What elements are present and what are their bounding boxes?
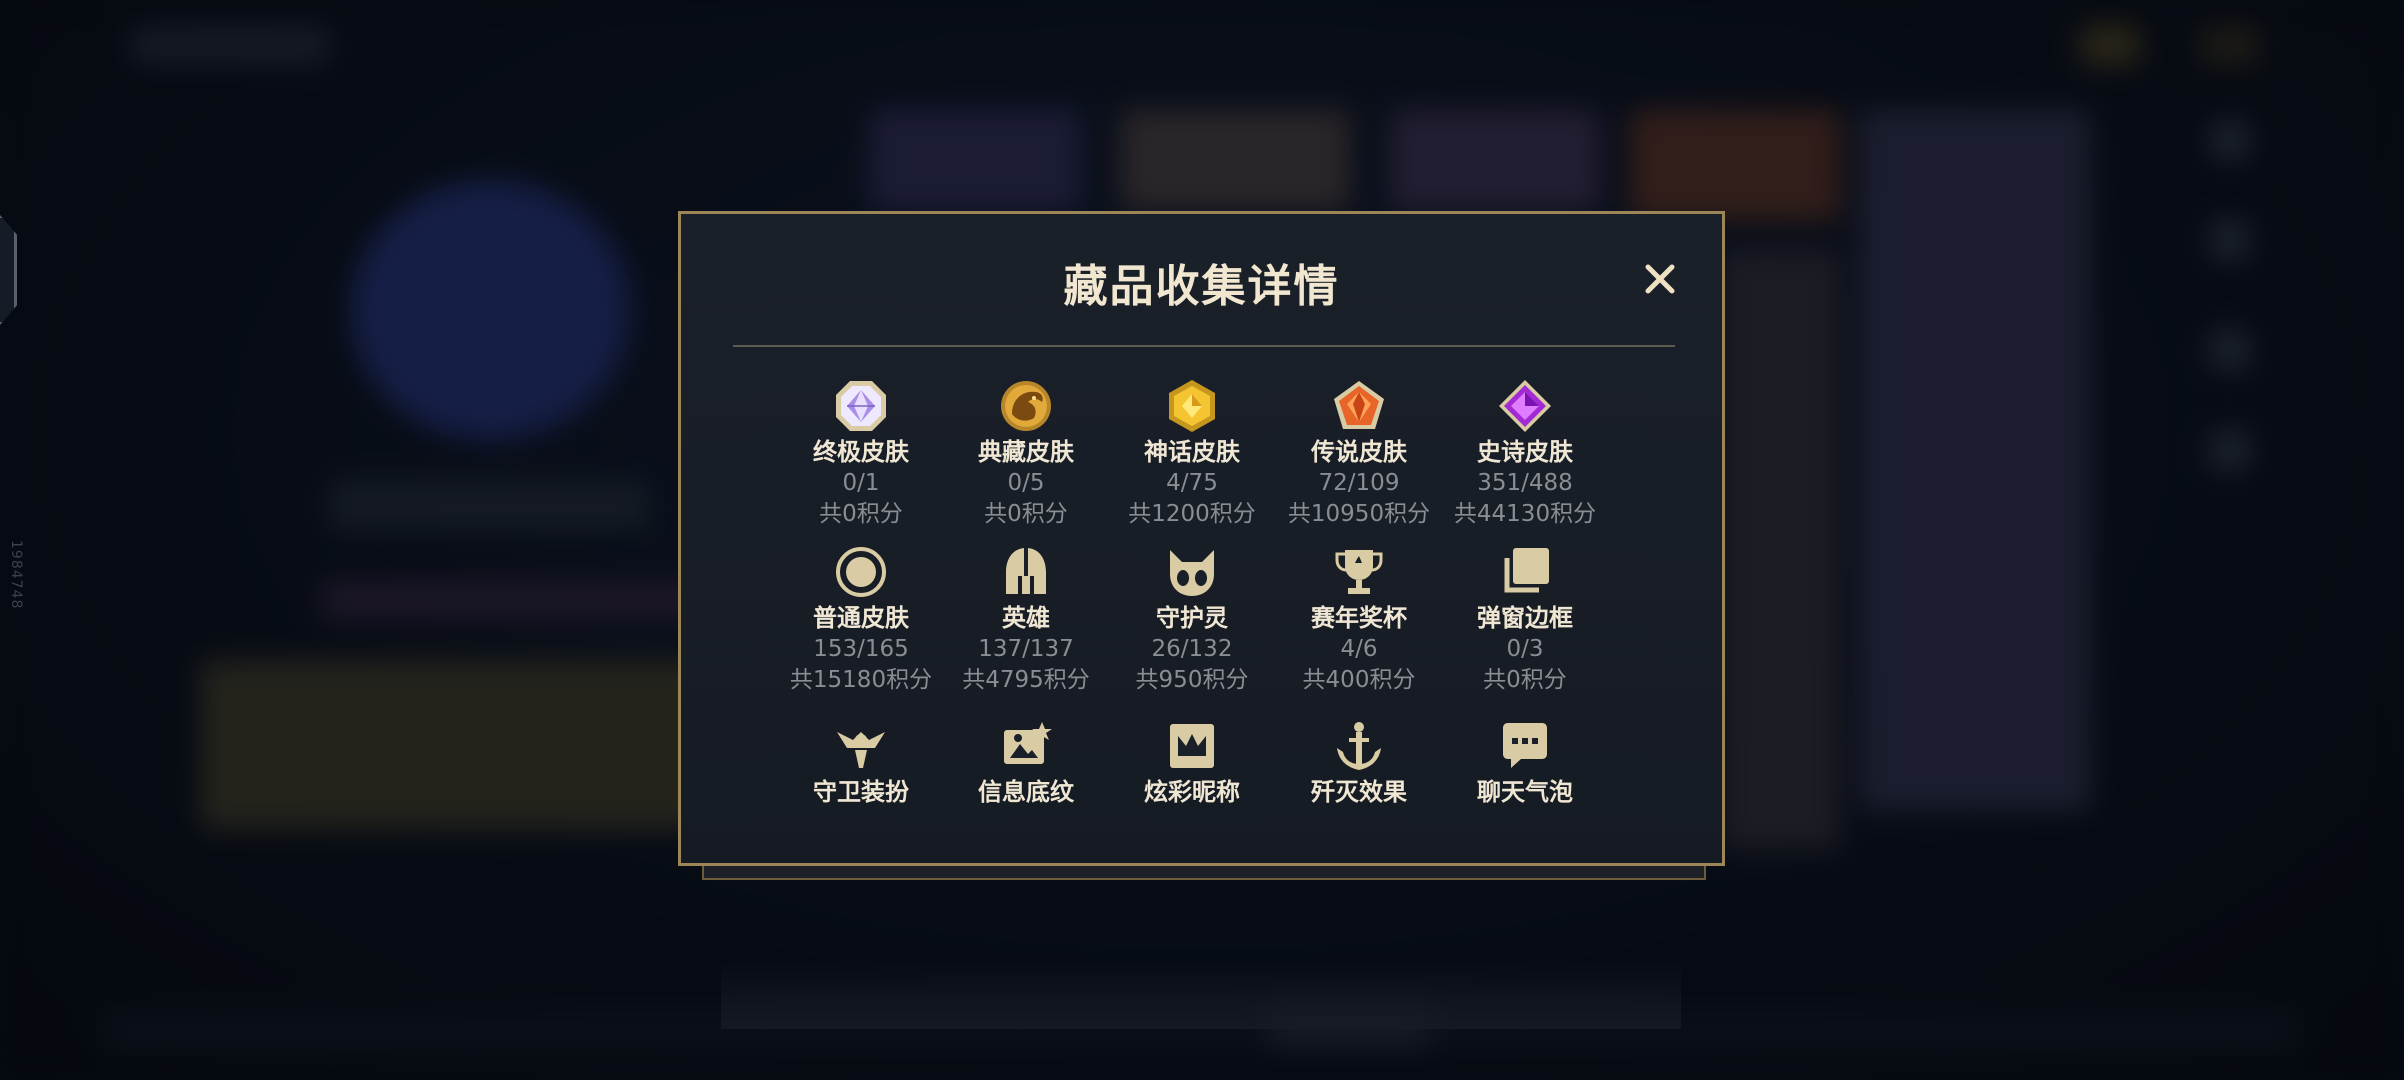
ward-icon: [837, 732, 885, 768]
side-vertical-text: 1984748: [8, 540, 24, 610]
collection-item-points: 共400积分: [1302, 667, 1416, 693]
gold-hexagon-gem-icon: [1169, 380, 1215, 432]
collection-item-label: 弹窗边框: [1477, 604, 1573, 632]
dragon-badge-icon: [1001, 381, 1051, 431]
collection-item-label: 普通皮肤: [813, 604, 909, 632]
collection-item-label: 终极皮肤: [813, 438, 909, 466]
collection-details-dialog: 藏品收集详情 终极皮肤 0/1 共0积分 典藏皮肤 0/5 共0积分 神话皮肤 4/75 共…: [678, 211, 1725, 1029]
collection-item[interactable]: 史诗皮肤 351/488 共44130积分: [1435, 378, 1615, 530]
collection-item-label: 神话皮肤: [1144, 438, 1240, 466]
collection-item[interactable]: 守护灵 26/132 共950积分: [1102, 544, 1282, 696]
collection-item[interactable]: 守卫装扮: [771, 718, 951, 808]
collection-item-points: 共0积分: [984, 501, 1068, 527]
collection-item[interactable]: 信息底纹: [936, 718, 1116, 808]
collection-item-points: 共10950积分: [1287, 501, 1431, 527]
collection-item-label: 英雄: [1002, 604, 1050, 632]
collection-item-label: 守卫装扮: [813, 778, 909, 806]
collection-item-points: 共1200积分: [1128, 501, 1256, 527]
stacked-frames-icon: [1504, 548, 1549, 593]
dialog-title: 藏品收集详情: [1063, 261, 1340, 312]
collection-item-label: 典藏皮肤: [978, 438, 1074, 466]
collection-item-points: 共950积分: [1135, 667, 1249, 693]
collection-item-label: 传说皮肤: [1311, 438, 1407, 466]
collection-item-count: 4/75: [1166, 470, 1218, 496]
collection-item[interactable]: 典藏皮肤 0/5 共0积分: [936, 378, 1116, 530]
screen: 1984748 藏品收集详情 终极皮肤 0/1 共0积分 典藏皮肤 0/5 共0积分 神…: [0, 0, 2404, 1080]
collection-item-count: 137/137: [978, 636, 1074, 662]
anchor-icon: [1337, 722, 1381, 770]
collection-item-points: 共44130积分: [1453, 501, 1597, 527]
diamond-octagon-icon: [836, 381, 886, 431]
collection-item-count: 4/6: [1340, 636, 1378, 662]
collection-item-label: 炫彩昵称: [1144, 778, 1240, 806]
collection-item[interactable]: 炫彩昵称: [1102, 718, 1282, 808]
collection-item-count: 0/1: [842, 470, 880, 496]
collection-item-count: 0/5: [1007, 470, 1045, 496]
ring-icon: [836, 547, 886, 597]
collection-item-label: 聊天气泡: [1477, 778, 1573, 806]
helmet-icon: [1006, 548, 1046, 594]
collection-item[interactable]: 赛年奖杯 4/6 共400积分: [1269, 544, 1449, 696]
collection-item-count: 0/3: [1506, 636, 1544, 662]
collection-item-label: 歼灭效果: [1311, 778, 1407, 806]
collection-item[interactable]: 弹窗边框 0/3 共0积分: [1435, 544, 1615, 696]
collection-item-label: 信息底纹: [978, 778, 1074, 806]
collection-item[interactable]: 歼灭效果: [1269, 718, 1449, 808]
collection-item-label: 守护灵: [1156, 604, 1228, 632]
collection-item-count: 26/132: [1151, 636, 1233, 662]
purple-diamond-gem-icon: [1499, 380, 1551, 432]
collection-item-label: 史诗皮肤: [1477, 438, 1573, 466]
collection-item-count: 72/109: [1318, 470, 1400, 496]
collection-item-label: 赛年奖杯: [1311, 604, 1407, 632]
orange-pentagon-gem-icon: [1334, 381, 1384, 429]
collection-item-points: 共0积分: [819, 501, 903, 527]
collection-item[interactable]: 聊天气泡: [1435, 718, 1615, 808]
spirit-cat-icon: [1170, 550, 1214, 596]
chat-bubble-icon: [1503, 723, 1547, 768]
title-divider: [733, 345, 1675, 347]
close-button[interactable]: [1639, 258, 1681, 300]
collection-item-count: 351/488: [1477, 470, 1573, 496]
collection-item[interactable]: 神话皮肤 4/75 共1200积分: [1102, 378, 1282, 530]
collection-item-points: 共15180积分: [789, 667, 933, 693]
crown-frame-icon: [1170, 724, 1214, 768]
collection-item-points: 共0积分: [1483, 667, 1567, 693]
collection-item[interactable]: 传说皮肤 72/109 共10950积分: [1269, 378, 1449, 530]
close-icon: [1645, 264, 1675, 294]
collection-item-count: 153/165: [813, 636, 909, 662]
collection-item[interactable]: 终极皮肤 0/1 共0积分: [771, 378, 951, 530]
collection-item[interactable]: 普通皮肤 153/165 共15180积分: [771, 544, 951, 696]
collection-item[interactable]: 英雄 137/137 共4795积分: [936, 544, 1116, 696]
collection-item-points: 共4795积分: [962, 667, 1090, 693]
image-card-icon: [1004, 722, 1052, 764]
trophy-icon: [1335, 550, 1383, 594]
